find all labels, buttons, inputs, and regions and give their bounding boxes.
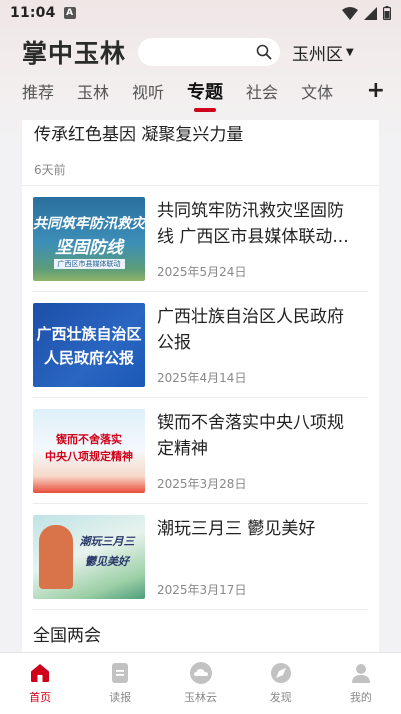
item-title: 广西壮族自治区人民政府公报 [157,307,344,353]
nav-discover[interactable]: 发现 [241,653,321,714]
cloud-icon [189,662,212,684]
region-selector[interactable]: 玉州区 ▼ [292,40,354,65]
search-input[interactable] [138,38,281,66]
signal-icon [364,6,377,20]
add-channel-icon[interactable]: + [367,78,385,103]
item-date: 2025年3月17日 [157,583,247,597]
home-icon [31,664,50,682]
nav-home[interactable]: 首页 [0,653,80,714]
list-item[interactable]: 广西壮族自治区 人民政府公报 广西壮族自治区人民政府公报 2025年4月14日 [33,292,368,398]
tab-culture-sports[interactable]: 文体 [301,79,333,103]
nav-newspaper[interactable]: 读报 [80,653,160,714]
item-title: 锲而不舍落实中央八项规定精神 [157,413,344,459]
thumbnail-image: 广西壮族自治区 人民政府公报 [33,303,145,387]
battery-icon [383,6,391,20]
item-title: 传承红色基因 凝聚复兴力量 [34,125,244,145]
caret-down-icon: ▼ [346,46,354,58]
channel-tabs: 推荐 玉林 视听 专题 社会 文体 [0,74,401,112]
search-icon[interactable] [256,44,272,60]
news-feed[interactable]: 传承红色基因 凝聚复兴力量 6天前 共同筑牢防汛救灾 坚固防线 广西区市县媒体联… [22,120,379,652]
discover-icon [270,663,291,683]
list-item[interactable]: 锲而不舍落实 中央八项规定精神 锲而不舍落实中央八项规定精神 2025年3月28… [33,398,368,504]
tab-yulin[interactable]: 玉林 [77,79,109,103]
region-label: 玉州区 [292,44,344,65]
item-date: 2025年4月14日 [157,371,247,385]
tab-recommend[interactable]: 推荐 [22,79,54,103]
item-date: 2025年5月24日 [157,265,247,279]
nav-profile[interactable]: 我的 [321,653,401,714]
app-header: 掌中玉林 玉州区 ▼ [0,32,401,72]
thumbnail-image: 锲而不舍落实 中央八项规定精神 [33,409,145,493]
list-item[interactable]: 传承红色基因 凝聚复兴力量 6天前 [22,120,379,186]
tab-special[interactable]: 专题 [187,78,223,112]
tab-video[interactable]: 视听 [132,79,164,103]
list-item[interactable]: 共同筑牢防汛救灾 坚固防线 广西区市县媒体联动 共同筑牢防汛救灾坚固防线 广西区… [33,186,368,292]
item-title: 共同筑牢防汛救灾坚固防线 广西区市县媒体联动... [157,201,349,247]
profile-icon [351,664,370,683]
list-item[interactable]: 潮玩三月三 鬱见美好 潮玩三月三 鬱见美好 2025年3月17日 [33,504,368,610]
wifi-icon [342,6,358,20]
nav-yulin-cloud[interactable]: 玉林云 [160,653,240,714]
item-title: 潮玩三月三 鬱见美好 [157,519,316,539]
item-date: 2025年3月28日 [157,477,247,491]
thumbnail-image: 共同筑牢防汛救灾 坚固防线 广西区市县媒体联动 [33,197,145,281]
list-item[interactable]: 全国两会 [33,621,101,646]
tab-society[interactable]: 社会 [246,79,278,103]
newspaper-icon [112,663,129,683]
item-time: 6天前 [34,163,66,177]
notification-icon: A [63,7,76,19]
status-time: 11:04 [10,5,56,21]
app-logo: 掌中玉林 [22,39,127,68]
bottom-nav: 首页 读报 玉林云 发现 我的 [0,652,401,714]
status-bar: 11:04 A [0,0,401,26]
thumbnail-image: 潮玩三月三 鬱见美好 [33,515,145,599]
